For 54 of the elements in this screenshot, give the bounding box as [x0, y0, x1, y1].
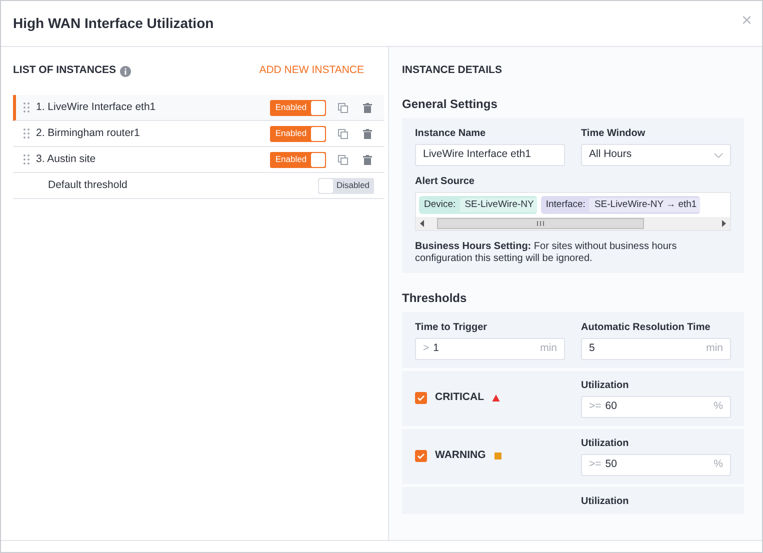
dialog-title: High WAN Interface Utilization [13, 14, 214, 33]
instance-name[interactable]: 2. Birmingham router1 [36, 126, 270, 142]
checkbox[interactable] [415, 450, 427, 462]
severity-label: CRITICAL [435, 390, 484, 406]
scroll-right-icon[interactable] [721, 220, 727, 228]
instance-row[interactable]: 2. Birmingham router1 Enabled [13, 121, 384, 147]
section-heading: INSTANCE DETAILS [402, 63, 502, 78]
tag-key: Device: [424, 198, 456, 212]
toggle-switch[interactable]: Disabled [318, 178, 374, 194]
drag-handle-icon[interactable] [23, 128, 30, 139]
instance-row[interactable]: 1. LiveWire Interface eth1 Enabled [13, 95, 384, 121]
copy-button[interactable] [336, 152, 350, 166]
checkmark-icon [417, 395, 425, 402]
severity-label: WARNING [435, 448, 486, 464]
time-window-select[interactable]: All Hours [581, 144, 731, 166]
section-title: Thresholds [402, 290, 468, 308]
help-text: Business Hours Setting: For sites without business hours configuration this setting will be ignored. [415, 241, 678, 266]
instance-name[interactable]: 1. LiveWire Interface eth1 [36, 100, 270, 116]
number-field[interactable]: > 1 min [415, 338, 565, 360]
drag-handle-icon[interactable] [23, 154, 30, 165]
instance-name[interactable]: Default threshold [23, 178, 318, 194]
checkmark-icon [417, 453, 425, 460]
field-label: Utilization [581, 437, 630, 452]
delete-button[interactable] [360, 100, 374, 114]
section-title: General Settings [402, 96, 498, 113]
field-label: Time Window [581, 127, 646, 141]
field-label: Time to Trigger [415, 321, 488, 336]
drag-handle-icon[interactable] [23, 102, 30, 113]
field-label: Instance Name [415, 127, 487, 141]
copy-button[interactable] [336, 126, 350, 140]
checkbox[interactable] [415, 392, 427, 404]
tag-value: SE-LiveWire-NY → eth1 [589, 198, 700, 212]
tag-value: SE-LiveWire-NY [460, 198, 537, 212]
field-label: Alert Source [415, 175, 476, 189]
delete-button[interactable] [360, 126, 374, 140]
scroll-left-icon[interactable] [419, 220, 425, 228]
field-label: Utilization [581, 495, 630, 510]
instance-name-field[interactable]: LiveWire Interface eth1 [415, 144, 565, 166]
instance-name[interactable]: 3. Austin site [36, 152, 270, 168]
copy-button[interactable] [336, 100, 350, 114]
number-field[interactable]: 5 min [581, 338, 731, 360]
info-icon[interactable] [120, 66, 132, 76]
grip-icon [537, 221, 544, 226]
field-label: Automatic Resolution Time [581, 321, 712, 336]
instance-row[interactable]: Default threshold Disabled [13, 173, 384, 199]
chevron-down-icon [714, 152, 723, 158]
horizontal-scrollbar[interactable] [416, 217, 730, 230]
tag-key: Interface: [546, 198, 586, 212]
field-label: Utilization [581, 379, 630, 394]
instance-row[interactable]: 3. Austin site Enabled [13, 147, 384, 173]
number-field[interactable]: >= 50 % [581, 454, 731, 476]
number-field[interactable]: >= 60 % [581, 396, 731, 418]
delete-button[interactable] [360, 152, 374, 166]
section-heading: LIST OF INSTANCES [13, 63, 116, 78]
